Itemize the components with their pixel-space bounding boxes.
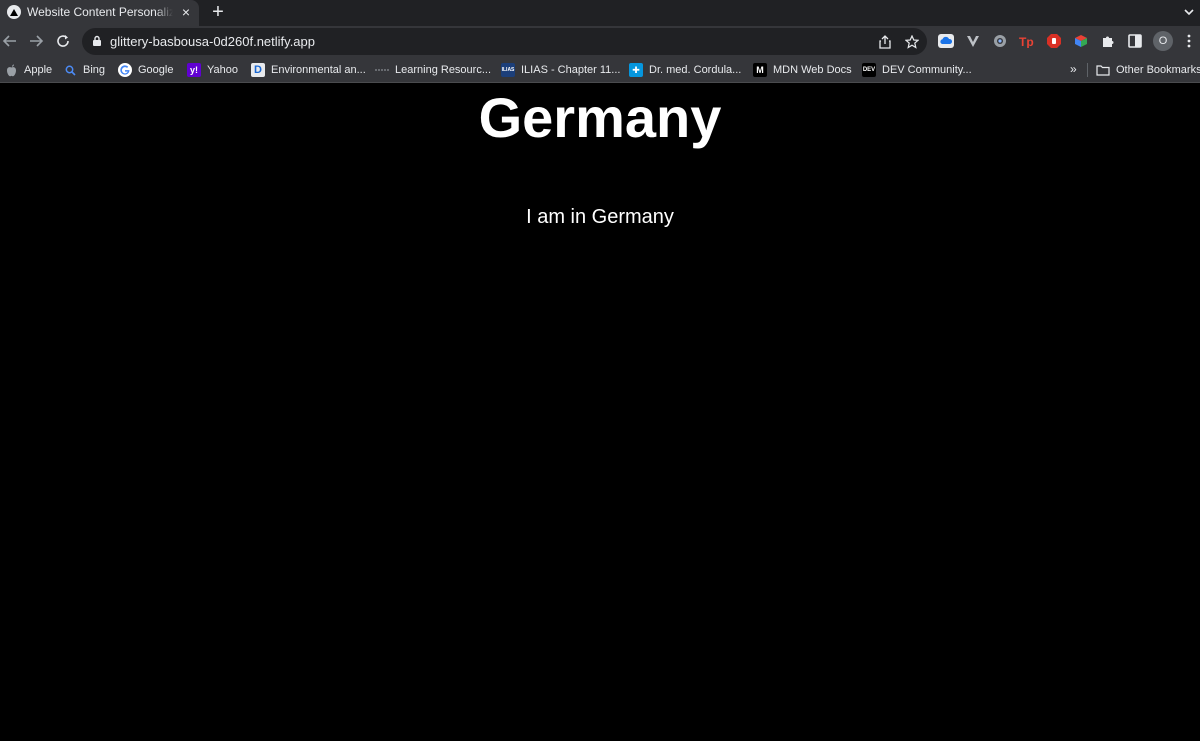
- mdn-icon: M: [753, 63, 767, 77]
- arrow-right-icon: [30, 35, 44, 47]
- bookmark-mdn[interactable]: M MDN Web Docs: [753, 61, 852, 79]
- chevron-down-icon[interactable]: [1180, 3, 1198, 21]
- new-tab-button[interactable]: +: [208, 1, 228, 23]
- bookmark-yahoo[interactable]: y! Yahoo: [187, 61, 238, 79]
- bookmark-label: DEV Community...: [882, 64, 972, 76]
- bookmark-dr-cordula[interactable]: ✚ Dr. med. Cordula...: [629, 61, 741, 79]
- dash-icon: [375, 63, 389, 77]
- tab-strip: Website Content Personalization × +: [0, 0, 1200, 26]
- bookmark-label: Google: [138, 64, 174, 76]
- bookmark-google[interactable]: Google: [118, 61, 173, 79]
- page-content: Germany I am in Germany: [0, 84, 1200, 741]
- cube-extension-icon[interactable]: [1072, 32, 1090, 50]
- d-letter-icon: D: [251, 63, 265, 77]
- tab-title: Website Content Personalization: [27, 5, 173, 19]
- address-bar[interactable]: glittery-basbousa-0d260f.netlify.app: [82, 28, 927, 55]
- bookmark-label: Learning Resourc...: [395, 64, 491, 76]
- bookmarks-overflow-button[interactable]: »: [1070, 62, 1077, 76]
- bookmark-label: Environmental an...: [271, 64, 366, 76]
- reload-button[interactable]: [53, 31, 73, 51]
- bookmark-bing[interactable]: Bing: [63, 61, 105, 79]
- browser-tab-active[interactable]: Website Content Personalization ×: [0, 0, 199, 26]
- apple-icon: [4, 63, 18, 77]
- lock-icon[interactable]: [92, 35, 102, 47]
- bookmark-label: Dr. med. Cordula...: [649, 64, 742, 76]
- bookmark-environmental[interactable]: D Environmental an...: [251, 61, 366, 79]
- ring-extension-icon[interactable]: [991, 32, 1009, 50]
- bookmark-label: Other Bookmarks: [1116, 64, 1200, 76]
- folder-icon: [1096, 63, 1110, 77]
- side-panel-icon[interactable]: [1126, 32, 1144, 50]
- dev-icon: DEV: [862, 63, 876, 77]
- back-button[interactable]: [0, 31, 20, 51]
- bookmark-learning-resources[interactable]: Learning Resourc...: [375, 61, 491, 79]
- bookmark-dev-community[interactable]: DEV DEV Community...: [862, 61, 972, 79]
- yahoo-icon: y!: [187, 63, 201, 77]
- share-icon[interactable]: [876, 33, 894, 51]
- doctolib-icon: ✚: [629, 63, 643, 77]
- three-dots-icon[interactable]: [1181, 32, 1197, 50]
- puzzle-icon[interactable]: [1099, 32, 1117, 50]
- arrow-left-icon: [2, 35, 16, 47]
- bookmarks-divider: [1087, 63, 1088, 77]
- bookmark-label: Yahoo: [207, 64, 238, 76]
- ilias-icon: ILIAS: [501, 63, 515, 77]
- triangle-favicon-icon: [7, 5, 21, 19]
- bookmark-other-bookmarks[interactable]: Other Bookmarks: [1096, 61, 1200, 79]
- cloud-extension-icon[interactable]: [937, 32, 955, 50]
- tp-extension-icon[interactable]: Tp: [1018, 32, 1036, 50]
- bookmarks-bar: Apple Bing Google y! Yahoo D Environment…: [0, 57, 1200, 83]
- stop-hand-extension-icon[interactable]: [1045, 32, 1063, 50]
- page-title: Germany: [478, 86, 722, 149]
- v-extension-icon[interactable]: [964, 32, 982, 50]
- browser-toolbar: glittery-basbousa-0d260f.netlify.app Tp …: [0, 26, 1200, 57]
- forward-button[interactable]: [26, 31, 46, 51]
- url-text[interactable]: glittery-basbousa-0d260f.netlify.app: [110, 34, 315, 49]
- google-icon: [118, 63, 132, 77]
- bookmark-label: Bing: [83, 64, 106, 76]
- bookmark-ilias[interactable]: ILIAS ILIAS - Chapter 11...: [501, 61, 620, 79]
- bookmark-label: Apple: [24, 64, 53, 76]
- bing-search-icon: [63, 63, 77, 77]
- star-icon[interactable]: [903, 33, 921, 51]
- tab-close-icon[interactable]: ×: [178, 4, 194, 20]
- page-message: I am in Germany: [526, 206, 674, 228]
- svg-text:Tp: Tp: [1019, 35, 1034, 48]
- profile-avatar[interactable]: O: [1153, 31, 1173, 51]
- bookmark-label: MDN Web Docs: [773, 64, 852, 76]
- reload-icon: [57, 35, 69, 47]
- bookmark-apple[interactable]: Apple: [4, 61, 52, 79]
- bookmark-label: ILIAS - Chapter 11...: [521, 64, 621, 76]
